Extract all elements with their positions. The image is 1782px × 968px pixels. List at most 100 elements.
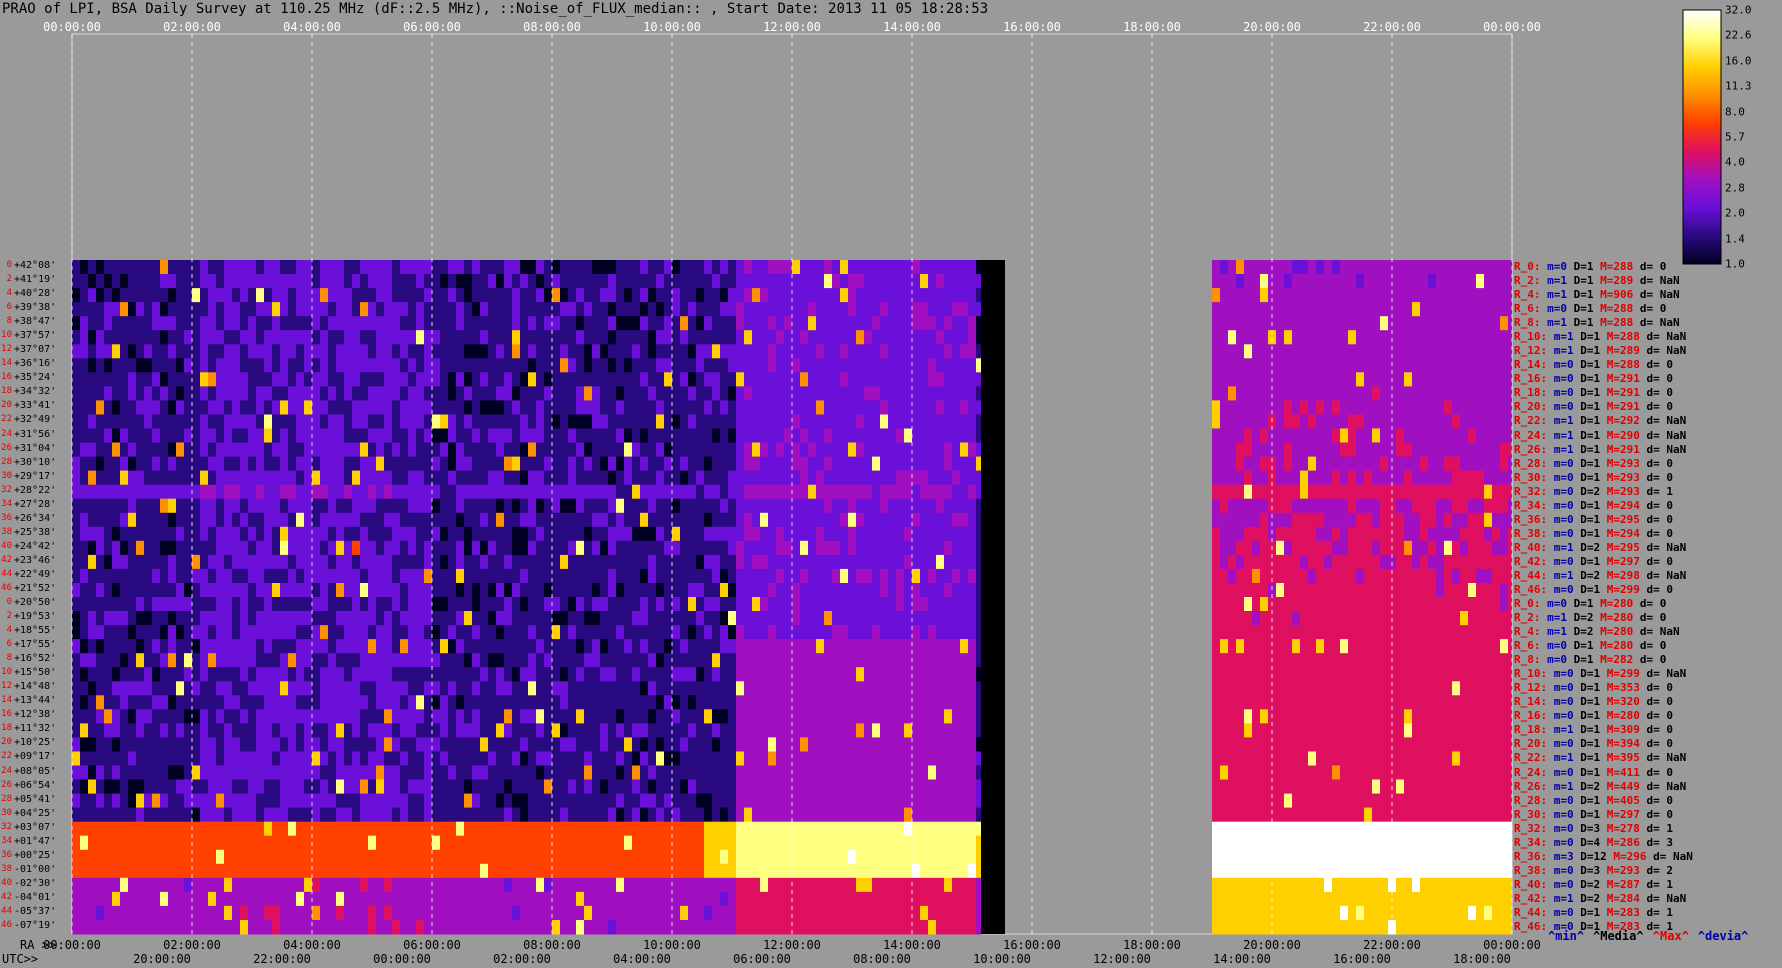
- heatmap-cell: [344, 260, 352, 275]
- heatmap-cell: [520, 611, 528, 626]
- heatmap-cell: [232, 653, 240, 668]
- heatmap-cell: [904, 470, 912, 486]
- heatmap-cell: [448, 330, 456, 345]
- heatmap-cell: [208, 554, 216, 570]
- heatmap-cell: [624, 835, 632, 851]
- heatmap-cell: [688, 681, 696, 696]
- heatmap-cell: [336, 330, 344, 345]
- heatmap-cell: [272, 568, 280, 584]
- heatmap-cell: [80, 821, 88, 837]
- heatmap-cell: [520, 316, 528, 331]
- heatmap-cell: [408, 821, 416, 837]
- heatmap-cell: [480, 667, 488, 682]
- heatmap-cell: [880, 540, 888, 556]
- heatmap-cell: [616, 512, 624, 528]
- heatmap-cell: [744, 737, 752, 752]
- heatmap-cell: [832, 484, 840, 500]
- heatmap-cell: [768, 568, 776, 584]
- heatmap-cell: [488, 779, 496, 794]
- heatmap-cell: [568, 372, 576, 387]
- heatmap-cell: [312, 554, 320, 570]
- heatmap-cell: [840, 344, 848, 359]
- heatmap-cell: [528, 821, 536, 837]
- heatmap-cell: [536, 583, 544, 598]
- heatmap-cell: [896, 274, 904, 289]
- heatmap-cell: [368, 288, 376, 303]
- heatmap-cell: [616, 526, 624, 542]
- heatmap-cell: [888, 737, 896, 752]
- heatmap-cell: [672, 372, 680, 387]
- heatmap-cell: [96, 695, 104, 710]
- heatmap-cell: [184, 583, 192, 598]
- heatmap-cell: [536, 316, 544, 331]
- heatmap-cell: [536, 498, 544, 514]
- heatmap-cell: [504, 414, 512, 429]
- heatmap-cell: [928, 625, 936, 640]
- heatmap-cell: [440, 625, 448, 640]
- heatmap-cell: [504, 793, 512, 809]
- heatmap-cell: [304, 344, 312, 359]
- heatmap-cell: [760, 414, 768, 429]
- heatmap-cell: [168, 526, 176, 542]
- heatmap-cell: [248, 498, 256, 514]
- heatmap-cell: [560, 512, 568, 528]
- heatmap-cell: [768, 344, 776, 359]
- heatmap-cell: [448, 765, 456, 780]
- heatmap-cell: [304, 498, 312, 514]
- heatmap-cell: [504, 540, 512, 556]
- heatmap-cell: [456, 583, 464, 598]
- heatmap-cell: [920, 358, 928, 373]
- heatmap-cell: [976, 793, 981, 809]
- heatmap-cell: [800, 835, 808, 851]
- heatmap-cell: [680, 442, 688, 457]
- heatmap-cell: [304, 302, 312, 317]
- heatmap-cell: [920, 386, 928, 401]
- heatmap-cell: [592, 512, 600, 528]
- heatmap-cell: [472, 568, 480, 584]
- heatmap-cell: [152, 470, 160, 486]
- heatmap-cell: [736, 751, 744, 766]
- heatmap-cell: [272, 779, 280, 794]
- heatmap-cell: [808, 540, 816, 556]
- heatmap-cell: [648, 583, 656, 598]
- heatmap-cell: [96, 863, 104, 879]
- heatmap-cell: [552, 849, 560, 865]
- heatmap-cell: [488, 625, 496, 640]
- heatmap-cell: [328, 512, 336, 528]
- heatmap-cell: [880, 400, 888, 415]
- heatmap-cell: [632, 568, 640, 584]
- heatmap-cell: [496, 667, 504, 682]
- heatmap-cell: [424, 821, 432, 837]
- heatmap-cell: [616, 807, 624, 823]
- heatmap-cell: [616, 414, 624, 429]
- heatmap-cell: [464, 863, 472, 879]
- heatmap-cell: [432, 442, 440, 457]
- heatmap-cell: [464, 709, 472, 724]
- heatmap-cell: [400, 358, 408, 373]
- heatmap-cell: [952, 358, 960, 373]
- heatmap-cell: [600, 372, 608, 387]
- heatmap-cell: [784, 428, 792, 443]
- heatmap-cell: [184, 316, 192, 331]
- heatmap-cell: [288, 442, 296, 457]
- heatmap-cell: [112, 821, 120, 837]
- heatmap-cell: [456, 386, 464, 401]
- heatmap-cell: [480, 568, 488, 584]
- heatmap-cell: [488, 456, 496, 472]
- heatmap-cell: [232, 639, 240, 654]
- heatmap-cell: [712, 498, 720, 514]
- heatmap-cell: [544, 330, 552, 345]
- heatmap-cell: [432, 695, 440, 710]
- heatmap-cell: [504, 344, 512, 359]
- heatmap-cell: [360, 260, 368, 275]
- heatmap-cell: [120, 835, 128, 851]
- heatmap-cell: [216, 709, 224, 724]
- heatmap-cell: [272, 358, 280, 373]
- heatmap-cell: [624, 358, 632, 373]
- heatmap-cell: [944, 681, 952, 696]
- heatmap-cell: [496, 554, 504, 570]
- heatmap-cell: [592, 597, 600, 612]
- heatmap-cell: [856, 442, 864, 457]
- heatmap-cell: [928, 330, 936, 345]
- heatmap-cell: [912, 260, 920, 275]
